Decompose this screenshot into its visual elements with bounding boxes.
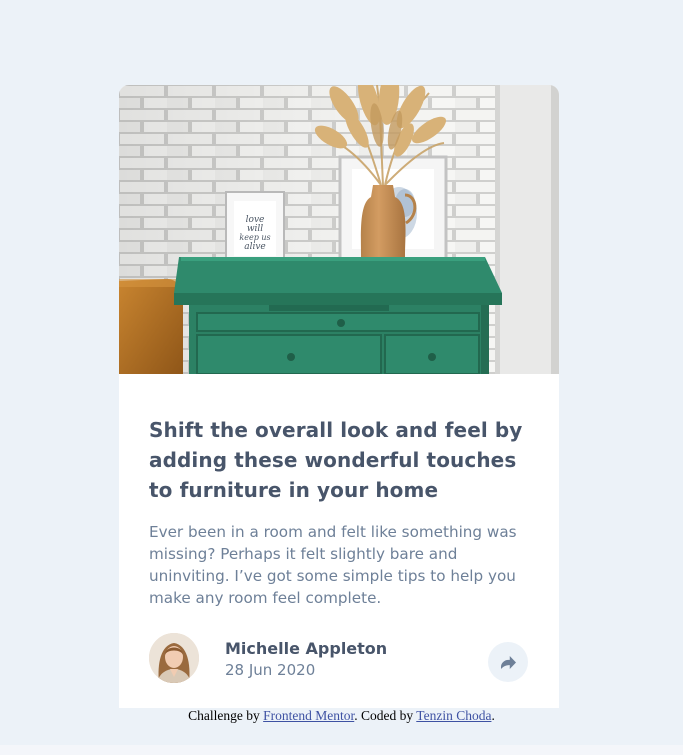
post-date: 28 Jun 2020 xyxy=(225,661,316,679)
avatar xyxy=(149,633,199,683)
svg-text:keep us: keep us xyxy=(239,233,270,242)
share-icon xyxy=(500,655,516,669)
author-link[interactable]: Tenzin Choda xyxy=(416,708,491,723)
author-section: Michelle Appleton 28 Jun 2020 xyxy=(149,633,529,683)
attribution-middle: . Coded by xyxy=(354,708,417,723)
attribution-prefix: Challenge by xyxy=(188,708,264,723)
article-description: Ever been in a room and felt like someth… xyxy=(149,523,517,607)
author-name: Michelle Appleton xyxy=(225,639,388,658)
article-card: love will keep us alive Shift the overal… xyxy=(119,85,559,708)
attribution: Challenge by Frontend Mentor. Coded by T… xyxy=(0,708,683,724)
share-button[interactable] xyxy=(488,642,528,682)
drawers-image: love will keep us alive xyxy=(119,85,559,374)
article-content: Shift the overall look and feel by addin… xyxy=(149,415,534,609)
article-title: Shift the overall look and feel by addin… xyxy=(149,418,523,502)
svg-text:alive: alive xyxy=(244,242,266,252)
bottom-strip xyxy=(0,745,683,755)
attribution-suffix: . xyxy=(491,708,495,723)
frontend-mentor-link[interactable]: Frontend Mentor xyxy=(263,708,354,723)
